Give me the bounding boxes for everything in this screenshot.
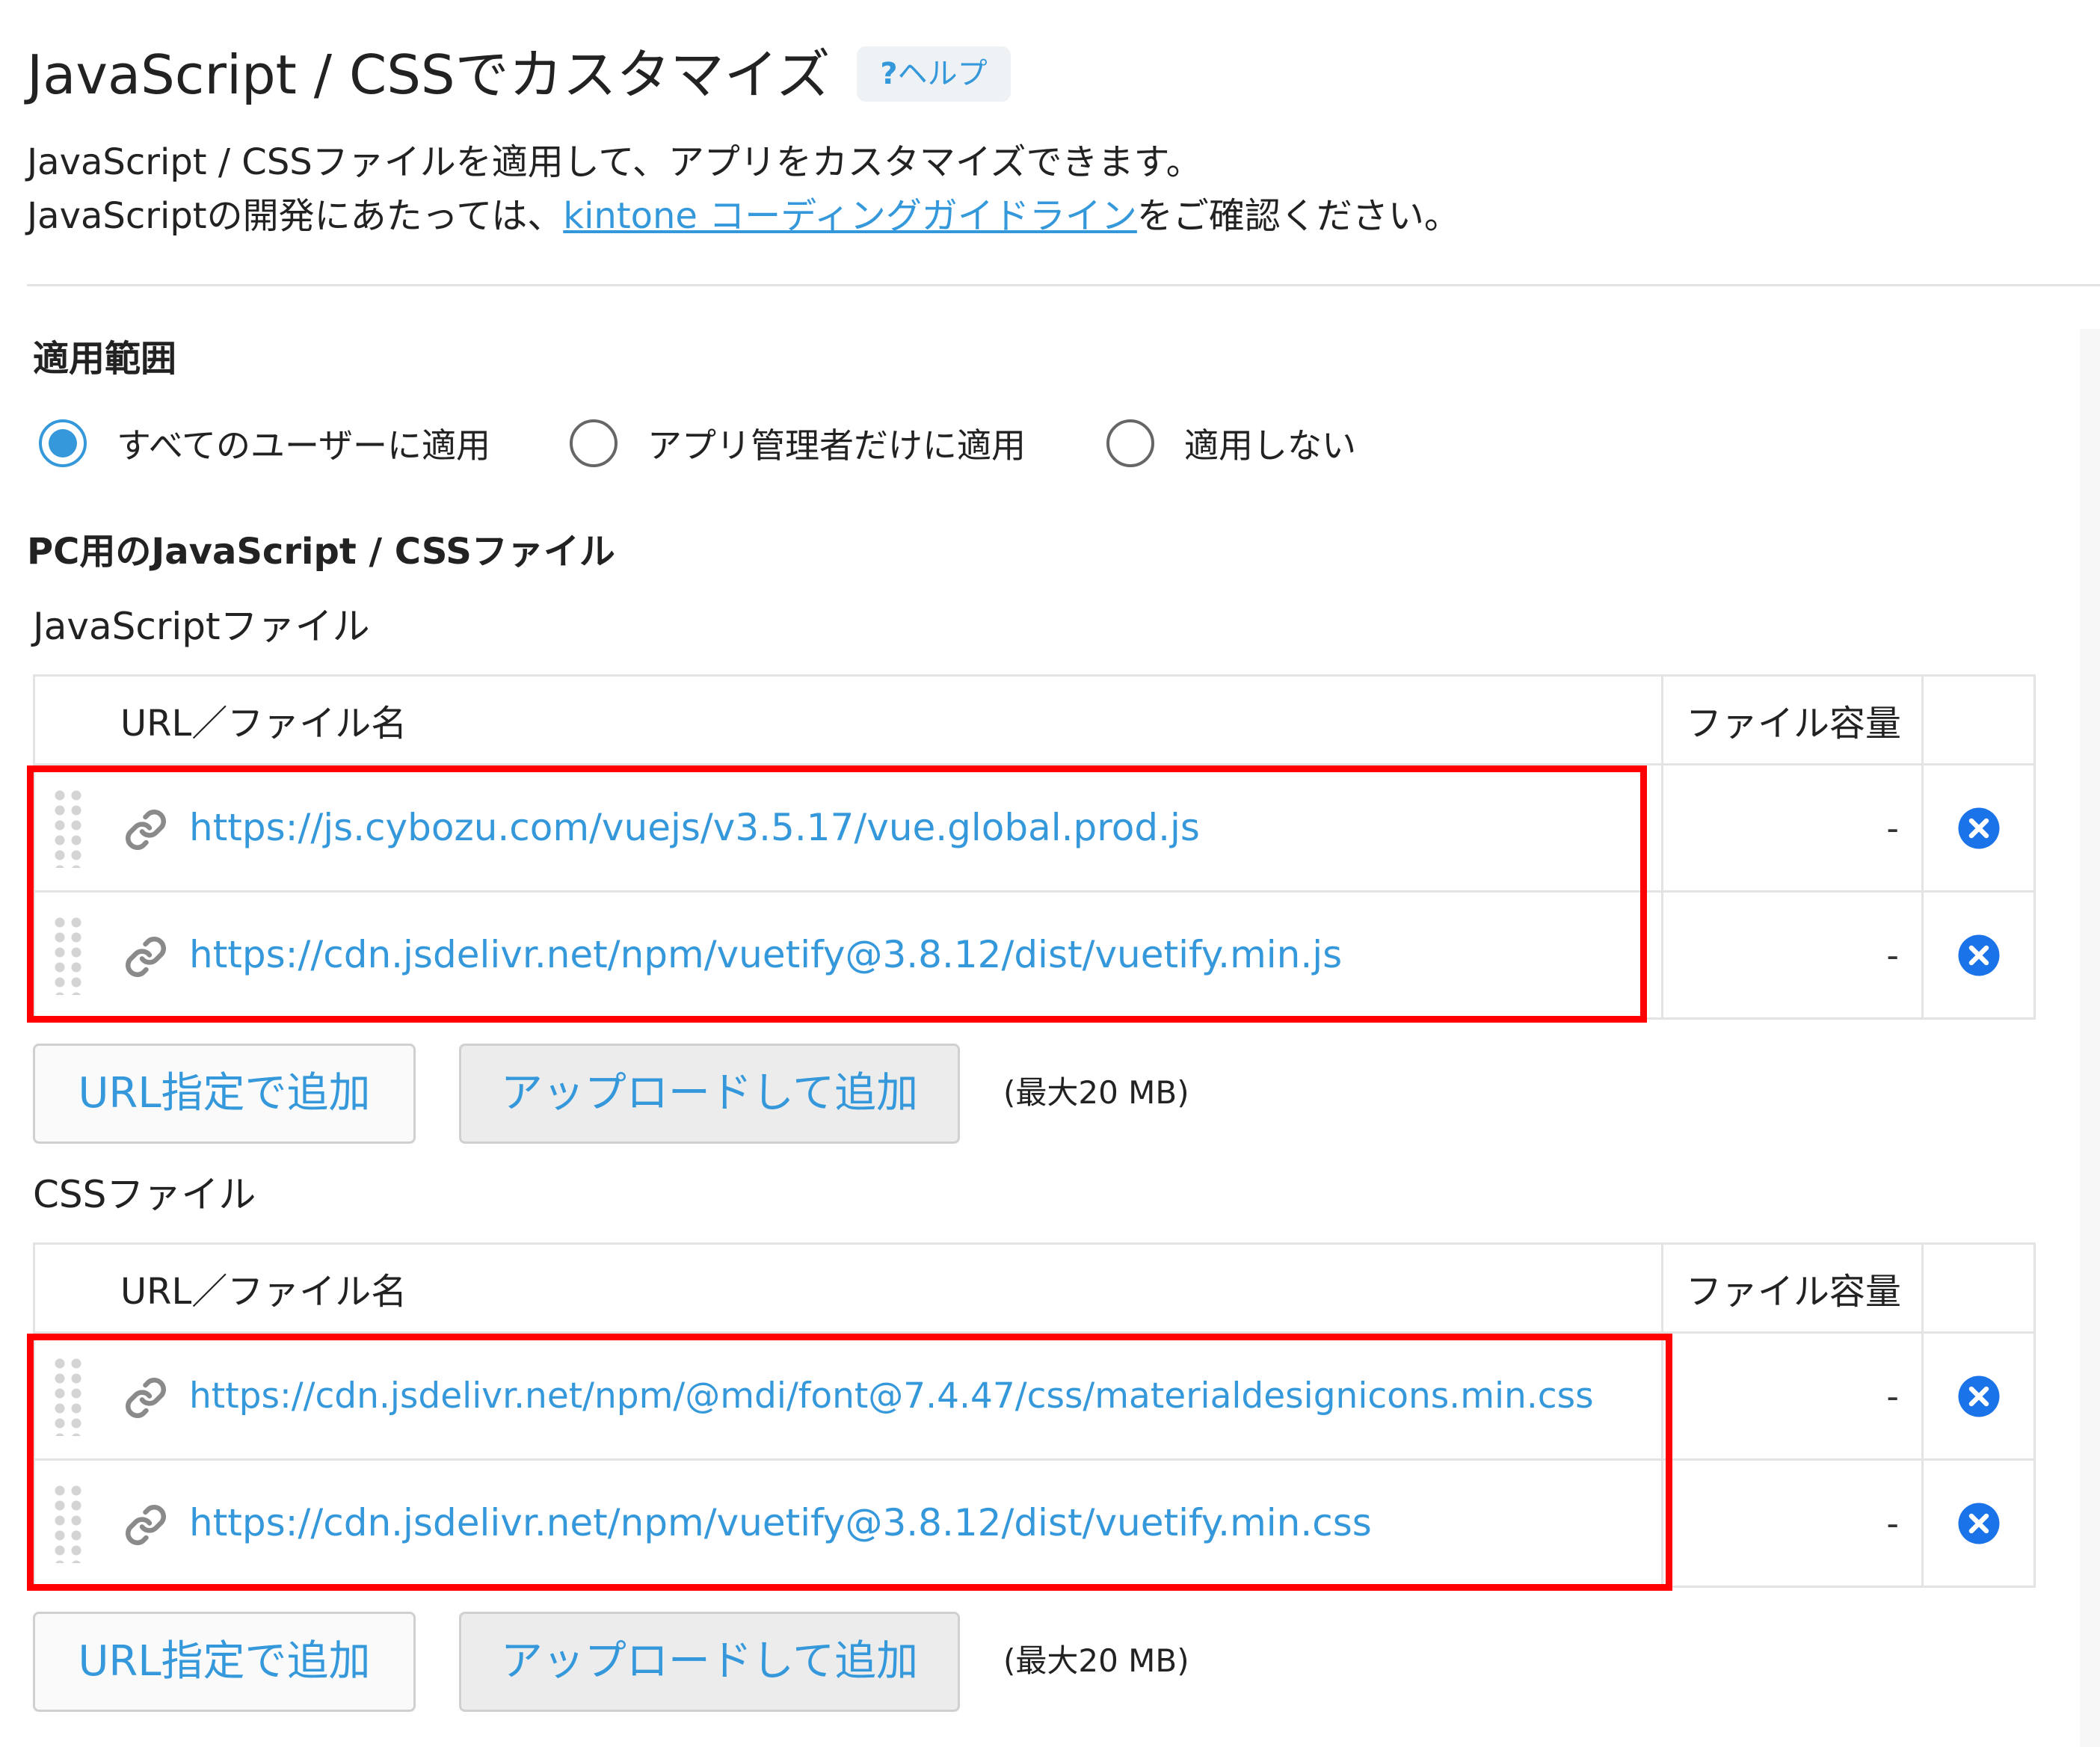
js-files-table: URL／ファイル名 ファイル容量 https://js.cybozu.com/v… [33,674,2036,1020]
scope-option-none[interactable]: 適用しない [1106,415,1356,472]
table-header-row: URL／ファイル名 ファイル容量 [33,674,2036,765]
file-url-link[interactable]: https://cdn.jsdelivr.net/npm/vuetify@3.8… [189,893,1342,1017]
pc-files-title: PC用のJavaScript / CSSファイル [27,531,615,573]
description-text: JavaScriptの開発にあたっては、 [27,195,564,237]
file-size: - [1661,1331,1924,1461]
js-max-size: (最大20 MB) [1003,1074,1189,1111]
delete-cell [1921,763,2036,893]
close-circle-icon[interactable] [1956,1374,2001,1419]
scope-title: 適用範囲 [33,338,177,380]
js-files-subtitle: JavaScriptファイル [33,605,370,648]
close-circle-icon[interactable] [1956,1501,2001,1546]
drag-handle-icon[interactable] [52,788,84,868]
file-name-cell: https://js.cybozu.com/vuejs/v3.5.17/vue.… [33,763,1663,893]
drag-handle-icon[interactable] [52,915,84,995]
scrollbar[interactable] [2080,329,2100,1747]
file-size: - [1661,1458,1924,1588]
scope-option-all-users[interactable]: すべてのユーザーに適用 [39,415,490,472]
table-header-row: URL／ファイル名 ファイル容量 [33,1242,2036,1334]
column-header-delete [1921,674,2036,765]
column-header-size: ファイル容量 [1661,674,1924,765]
question-icon: ? [880,57,898,91]
js-add-url-button[interactable]: URL指定で追加 [33,1044,416,1144]
delete-cell [1921,1331,2036,1461]
file-url-link[interactable]: https://js.cybozu.com/vuejs/v3.5.17/vue.… [189,765,1200,890]
file-name-cell: https://cdn.jsdelivr.net/npm/vuetify@3.8… [33,890,1663,1020]
description-text-end: をご確認ください。 [1136,195,1460,237]
scope-option-admins-only[interactable]: アプリ管理者だけに適用 [570,415,1026,472]
css-add-url-button[interactable]: URL指定で追加 [33,1612,416,1712]
table-row: https://cdn.jsdelivr.net/npm/vuetify@3.8… [33,1458,2036,1588]
link-icon [126,1505,166,1545]
column-header-url: URL／ファイル名 [33,674,1663,765]
column-header-delete [1921,1242,2036,1334]
table-row: https://cdn.jsdelivr.net/npm/@mdi/font@7… [33,1331,2036,1461]
help-label: ヘルプ [897,57,988,91]
column-header-url: URL／ファイル名 [33,1242,1663,1334]
coding-guideline-link[interactable]: kintone コーディングガイドライン [563,195,1137,237]
description-line-1: JavaScript / CSSファイルを適用して、アプリをカスタマイズできます… [27,141,1202,183]
file-size: - [1661,763,1924,893]
css-max-size: (最大20 MB) [1003,1642,1189,1679]
description-line-2: JavaScriptの開発にあたっては、kintone コーディングガイドライン… [27,190,1460,242]
radio-label: 適用しない [1184,425,1356,466]
js-upload-button[interactable]: アップロードして追加 [459,1044,960,1144]
css-files-subtitle: CSSファイル [33,1173,256,1216]
delete-cell [1921,890,2036,1020]
link-icon [126,810,166,850]
file-name-cell: https://cdn.jsdelivr.net/npm/@mdi/font@7… [33,1331,1663,1461]
close-circle-icon[interactable] [1956,806,2001,851]
link-icon [126,1378,166,1418]
drag-handle-icon[interactable] [52,1356,84,1436]
radio-button[interactable] [39,419,87,467]
drag-handle-icon[interactable] [52,1483,84,1563]
close-circle-icon[interactable] [1956,933,2001,978]
radio-button[interactable] [570,419,618,467]
file-url-link[interactable]: https://cdn.jsdelivr.net/npm/@mdi/font@7… [189,1334,1594,1458]
table-row: https://js.cybozu.com/vuejs/v3.5.17/vue.… [33,763,2036,893]
page-title: JavaScript / CSSでカスタマイズ [27,43,831,106]
css-upload-button[interactable]: アップロードして追加 [459,1612,960,1712]
divider [27,284,2100,286]
radio-label: すべてのユーザーに適用 [117,425,491,466]
link-icon [126,937,166,977]
table-row: https://cdn.jsdelivr.net/npm/vuetify@3.8… [33,890,2036,1020]
delete-cell [1921,1458,2036,1588]
radio-button[interactable] [1106,419,1154,467]
file-url-link[interactable]: https://cdn.jsdelivr.net/npm/vuetify@3.8… [189,1461,1372,1586]
css-files-table: URL／ファイル名 ファイル容量 https://cdn.jsdelivr.ne… [33,1242,2036,1588]
column-header-size: ファイル容量 [1661,1242,1924,1334]
file-size: - [1661,890,1924,1020]
file-name-cell: https://cdn.jsdelivr.net/npm/vuetify@3.8… [33,1458,1663,1588]
help-button[interactable]: ?ヘルプ [857,46,1011,102]
radio-label: アプリ管理者だけに適用 [647,425,1026,466]
